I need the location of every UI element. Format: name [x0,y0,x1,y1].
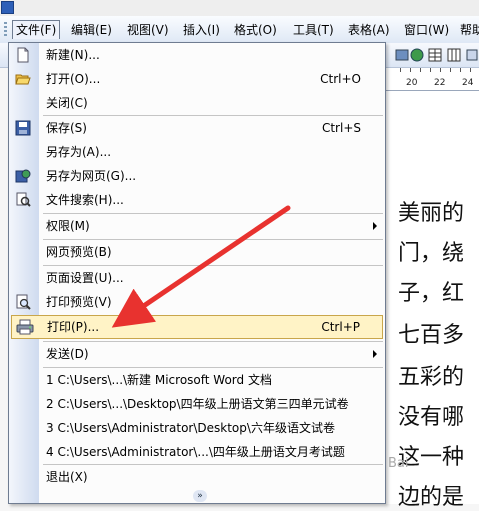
document-text-line: 七百多 [398,323,465,348]
menu-item-shortcut: Ctrl+P [321,320,360,334]
recent-file-label: 3 C:\Users\Administrator\Desktop\六年级语文试卷 [46,421,335,435]
recent-file-label: 1 C:\Users\...\新建 Microsoft Word 文档 [46,373,272,387]
submenu-arrow-icon [373,350,377,358]
menu-item-permission[interactable]: 权限(M) [9,214,385,238]
menu-item-exit[interactable]: 退出(X) [9,465,385,489]
menu-item-label: 关闭(C) [46,96,88,110]
word-app-icon[interactable] [1,1,14,14]
document-text-line: 子，红 [398,281,465,306]
printer-icon [16,319,34,335]
menu-item-label: 另存为网页(G)... [46,169,137,183]
menu-item-file-search[interactable]: 文件搜索(H)... [9,188,385,212]
menu-format[interactable]: 格式(O) [231,21,280,39]
menu-item-label: 新建(N)... [46,48,100,62]
ruler-number: 22 [434,78,446,88]
expand-menu-chevron-icon[interactable]: » [193,490,207,502]
menu-item-shortcut: Ctrl+S [321,121,361,135]
menu-item-close[interactable]: 关闭(C) [9,91,385,115]
menu-item-label: 保存(S) [46,121,87,135]
menu-item-save[interactable]: 保存(S) Ctrl+S [9,116,385,140]
menu-item-shortcut: Ctrl+O [320,72,361,86]
menu-item-label: 文件搜索(H)... [46,193,124,207]
recent-file-item[interactable]: 4 C:\Users\Administrator\...\四年级上册语文月考试题 [9,440,385,464]
menu-item-web-preview[interactable]: 网页预览(B) [9,240,385,264]
recent-file-item[interactable]: 3 C:\Users\Administrator\Desktop\六年级语文试卷 [9,416,385,440]
submenu-arrow-icon [373,222,377,230]
columns-icon[interactable] [447,48,461,62]
menu-item-label: 发送(D) [46,347,89,361]
document-text-line: 边的是 [398,485,465,510]
menu-item-label: 打印(P)... [47,320,100,334]
print-preview-icon [15,294,31,310]
menu-item-label: 打印预览(V) [46,295,112,309]
menu-file[interactable]: 文件(F) [12,20,61,39]
toolbar-button-icon[interactable] [395,48,409,62]
menu-item-label: 退出(X) [46,470,88,484]
menu-item-send[interactable]: 发送(D) [9,342,385,366]
menu-insert[interactable]: 插入(I) [180,21,223,39]
menu-item-new[interactable]: 新建(N)... [9,43,385,67]
file-menu-dropdown: 新建(N)... 打开(O)... Ctrl+O 关闭(C) 保存(S) Ctr… [8,42,386,504]
table-icon[interactable] [428,48,442,62]
menu-window[interactable]: 窗口(W) [401,21,452,39]
recent-file-label: 4 C:\Users\Administrator\...\四年级上册语文月考试题 [46,445,345,459]
document-text-line: 五彩的 [398,365,465,390]
menu-item-label: 页面设置(U)... [46,271,124,285]
globe-icon[interactable] [410,48,424,62]
menu-item-open[interactable]: 打开(O)... Ctrl+O [9,67,385,91]
horizontal-ruler[interactable]: 20 22 24 [380,68,479,91]
new-document-icon [15,47,31,63]
open-folder-icon [15,71,31,87]
menu-item-label: 网页预览(B) [46,245,112,259]
menu-item-print-preview[interactable]: 打印预览(V) [9,290,385,314]
ruler-number: 20 [406,78,418,88]
recent-file-item[interactable]: 1 C:\Users\...\新建 Microsoft Word 文档 [9,368,385,392]
drawing-icon[interactable] [465,48,479,62]
menu-item-save-as[interactable]: 另存为(A)... [9,140,385,164]
save-disk-icon [15,120,31,136]
menu-tools[interactable]: 工具(T) [290,21,337,39]
save-web-icon [15,168,31,184]
menu-help[interactable]: 帮助 [457,21,479,39]
menu-item-label: 权限(M) [46,219,90,233]
title-bar [0,0,479,16]
file-search-icon [15,192,31,208]
document-text-line: 没有哪 [398,405,465,430]
menu-item-label: 打开(O)... [46,72,101,86]
ruler-number: 24 [462,78,474,88]
recent-file-label: 2 C:\Users\...\Desktop\四年级上册语文第三四单元试卷 [46,397,349,411]
menu-view[interactable]: 视图(V) [124,21,172,39]
recent-file-item[interactable]: 2 C:\Users\...\Desktop\四年级上册语文第三四单元试卷 [9,392,385,416]
menu-item-label: 另存为(A)... [46,145,112,159]
menu-bar: 文件(F) 编辑(E) 视图(V) 插入(I) 格式(O) 工具(T) 表格(A… [0,16,479,44]
document-text-line: 门，绕 [398,241,465,266]
document-text-line: 美丽的 [398,201,465,226]
menu-item-page-setup[interactable]: 页面设置(U)... [9,266,385,290]
watermark: Bai [388,456,409,471]
document-page[interactable]: 美丽的 门，绕 子，红 七百多 五彩的 没有哪 这一种 边的是 [380,91,479,510]
menu-table[interactable]: 表格(A) [345,21,393,39]
menu-item-save-as-web[interactable]: 另存为网页(G)... [9,164,385,188]
menu-item-print[interactable]: 打印(P)... Ctrl+P [11,315,383,339]
menubar-grip[interactable] [4,22,7,38]
menu-edit[interactable]: 编辑(E) [68,21,115,39]
